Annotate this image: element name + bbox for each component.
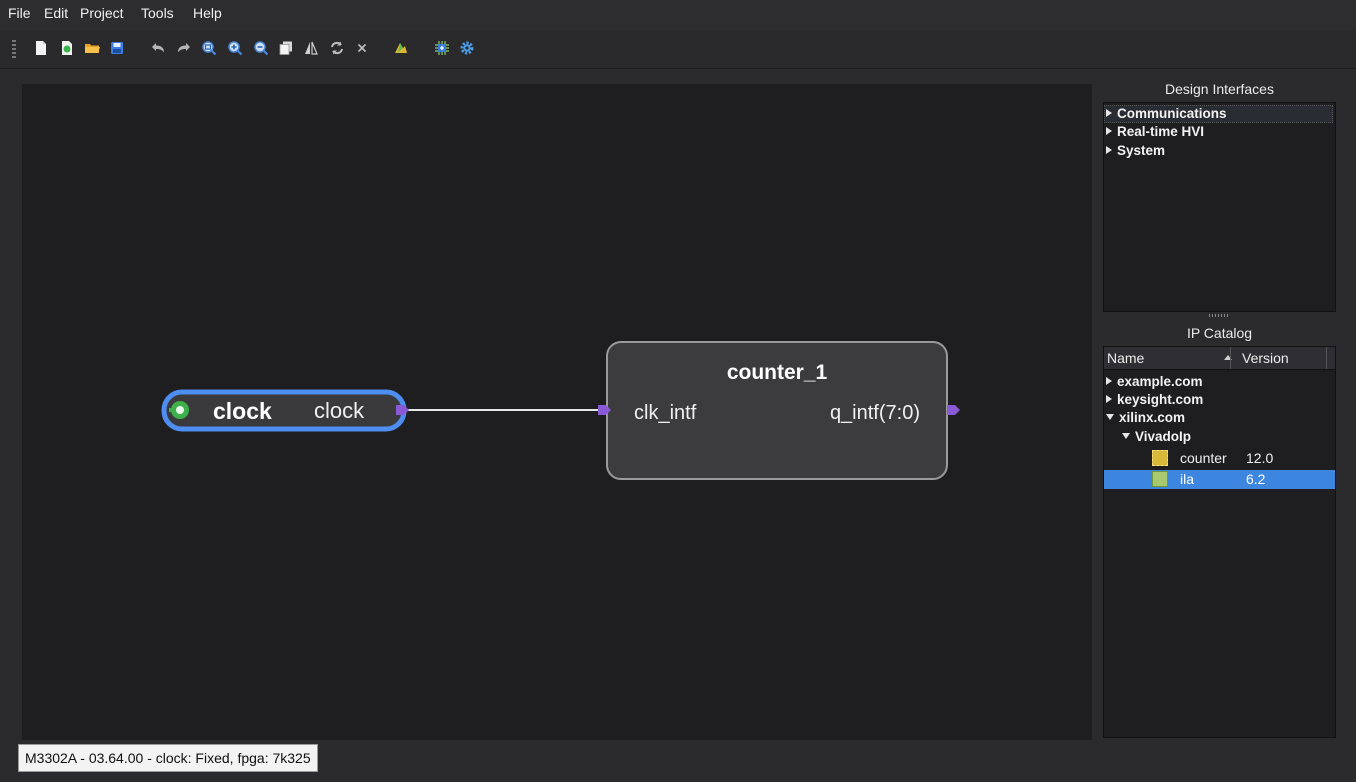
tree-item-label: Real-time HVI (1117, 124, 1205, 139)
design-interfaces-tree[interactable]: Communications Real-time HVI System (1103, 102, 1336, 312)
save-icon[interactable] (108, 39, 126, 57)
right-panel: Design Interfaces Communications Real-ti… (1097, 70, 1342, 742)
splitter-handle[interactable] (1209, 314, 1229, 317)
collapse-arrow-icon[interactable] (1122, 433, 1130, 439)
tree-item-keysight-com[interactable]: keysight.com (1106, 391, 1203, 409)
clock-block-name: clock (213, 398, 272, 424)
menu-tools[interactable]: Tools (141, 5, 174, 21)
tree-item-vivadoip[interactable]: VivadoIp (1122, 428, 1191, 446)
expand-arrow-icon[interactable] (1106, 395, 1112, 403)
menu-edit[interactable]: Edit (44, 5, 68, 21)
new-file-icon[interactable] (32, 39, 50, 57)
ip-name: counter (1180, 450, 1227, 466)
zoom-fit-icon[interactable] (200, 39, 218, 57)
clock-block[interactable]: clock clock (161, 389, 409, 432)
collapse-arrow-icon[interactable] (1106, 414, 1114, 420)
tree-item-realtime-hvi[interactable]: Real-time HVI (1106, 123, 1204, 141)
tree-item-system[interactable]: System (1106, 142, 1165, 160)
redo-icon[interactable] (175, 39, 193, 57)
toolbar (0, 30, 1356, 69)
menu-project[interactable]: Project (80, 5, 124, 21)
column-header-version[interactable]: Version (1242, 350, 1289, 366)
tree-item-label: example.com (1117, 374, 1203, 389)
status-text: M3302A - 03.64.00 - clock: Fixed, fpga: … (18, 744, 318, 772)
column-divider[interactable] (1326, 347, 1327, 369)
clock-output-port[interactable] (396, 405, 409, 415)
column-divider[interactable] (1230, 347, 1231, 369)
chip-icon[interactable] (433, 39, 451, 57)
copy-icon[interactable] (277, 39, 295, 57)
menu-help[interactable]: Help (193, 5, 222, 21)
flip-icon[interactable] (302, 39, 320, 57)
ip-version: 12.0 (1246, 450, 1274, 466)
counter-output-port[interactable] (947, 405, 960, 415)
expand-arrow-icon[interactable] (1106, 377, 1112, 385)
build-icon[interactable] (392, 39, 410, 57)
zoom-in-icon[interactable] (226, 39, 244, 57)
expand-arrow-icon[interactable] (1106, 109, 1112, 117)
ip-row-ila[interactable]: ila 6.2 (1104, 470, 1335, 489)
menu-file[interactable]: File (8, 5, 31, 21)
ip-core-icon (1152, 471, 1168, 487)
menu-bar: File Edit Project Tools Help (0, 0, 1356, 30)
tree-item-label: xilinx.com (1119, 410, 1186, 425)
column-header-name[interactable]: Name (1107, 350, 1144, 366)
tree-item-label: VivadoIp (1135, 429, 1192, 444)
tree-item-label: System (1117, 143, 1166, 158)
toolbar-grip[interactable] (12, 40, 16, 60)
canvas-graph: clock clock counter_1 clk_intf q_intf(7:… (161, 341, 960, 480)
ip-catalog-header: Name Version (1104, 347, 1335, 370)
tree-item-label: keysight.com (1117, 392, 1204, 407)
design-interfaces-title: Design Interfaces (1165, 81, 1274, 97)
zoom-out-icon[interactable] (252, 39, 270, 57)
ip-catalog-tree[interactable]: Name Version example.com keysight.com xi… (1103, 346, 1336, 738)
refresh-icon[interactable] (328, 39, 346, 57)
counter-block-title: counter_1 (727, 361, 828, 384)
undo-icon[interactable] (149, 39, 167, 57)
settings-gear-icon[interactable] (458, 39, 476, 57)
ip-core-icon (1152, 450, 1168, 466)
counter-block[interactable]: counter_1 clk_intf q_intf(7:0) (598, 341, 960, 480)
ip-row-counter[interactable]: counter 12.0 (1104, 449, 1335, 468)
tree-item-label: Communications (1117, 106, 1227, 121)
ip-name: ila (1180, 471, 1195, 487)
ip-version: 6.2 (1246, 471, 1266, 487)
tree-item-communications[interactable]: Communications (1106, 105, 1227, 123)
counter-input-port-label: clk_intf (634, 402, 697, 424)
expand-arrow-icon[interactable] (1106, 127, 1112, 135)
ip-catalog-title: IP Catalog (1186, 325, 1253, 341)
design-canvas[interactable]: clock clock counter_1 clk_intf q_intf(7:… (22, 84, 1092, 740)
open-folder-icon[interactable] (83, 39, 101, 57)
delete-icon[interactable] (353, 39, 371, 57)
expand-arrow-icon[interactable] (1106, 146, 1112, 154)
clock-block-port: clock (314, 398, 365, 423)
status-bar: M3302A - 03.64.00 - clock: Fixed, fpga: … (0, 742, 1356, 782)
tree-item-example-com[interactable]: example.com (1106, 373, 1203, 391)
new-project-icon[interactable] (58, 39, 76, 57)
counter-output-port-label: q_intf(7:0) (830, 402, 920, 424)
tree-item-xilinx-com[interactable]: xilinx.com (1106, 409, 1185, 427)
